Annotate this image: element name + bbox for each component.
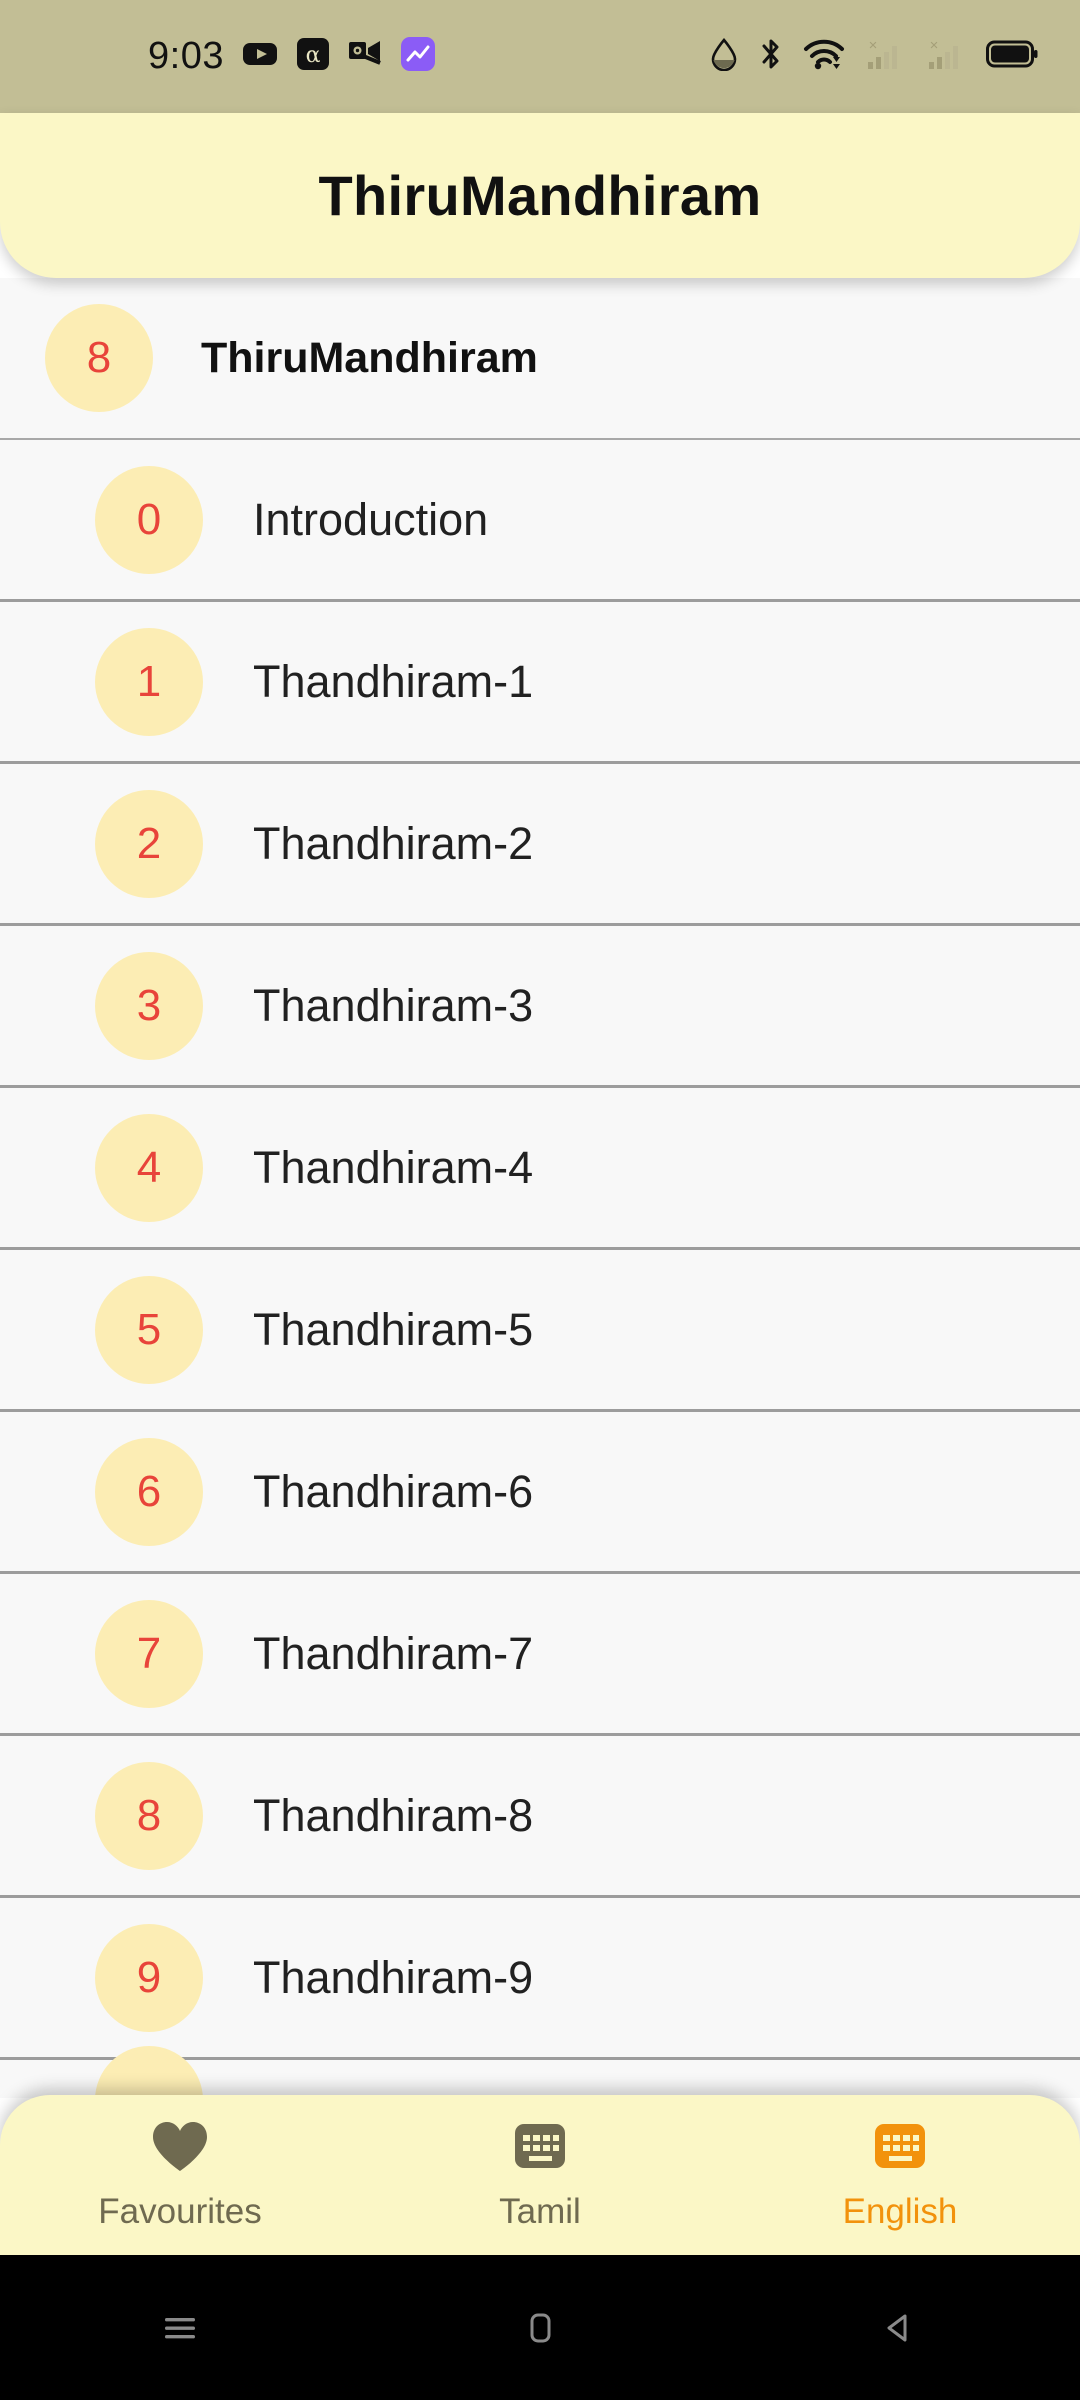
chart-app-icon: [400, 36, 436, 77]
item-number: 0: [136, 494, 162, 544]
nav-item-tamil[interactable]: Tamil: [360, 2119, 720, 2232]
item-number: 3: [136, 980, 162, 1030]
home-icon[interactable]: [360, 2305, 720, 2351]
outlook-icon: [348, 39, 382, 74]
bluetooth-icon: [758, 36, 784, 77]
item-number: 6: [136, 1466, 162, 1516]
page-title: ThiruMandhiram: [318, 164, 762, 227]
item-number: 7: [136, 1628, 162, 1678]
list-item[interactable]: 8 Thandhiram-8: [0, 1736, 1080, 1898]
heart-icon: [149, 2119, 211, 2180]
signal-2-no-service-icon: ×: [925, 36, 967, 77]
item-number-badge: 4: [95, 1113, 203, 1222]
item-number-badge: 9: [95, 1923, 203, 2032]
item-number: 9: [136, 1952, 162, 2002]
battery-icon: [986, 39, 1038, 74]
nav-item-favourites[interactable]: Favourites: [0, 2119, 360, 2232]
list-item[interactable]: 9 Thandhiram-9: [0, 1898, 1080, 2060]
list-item[interactable]: 0 Introduction: [0, 440, 1080, 602]
list-item-label: Thandhiram-1: [253, 655, 534, 707]
list-item-label: Thandhiram-6: [253, 1465, 534, 1517]
item-number-badge: 2: [95, 789, 203, 898]
list-item-label: Introduction: [253, 493, 489, 545]
item-number-badge: 6: [95, 1437, 203, 1546]
item-number: 2: [136, 818, 162, 868]
list-item[interactable]: [0, 2046, 1080, 2098]
item-number-badge: 0: [95, 465, 203, 574]
item-number: 1: [136, 656, 162, 706]
list-item[interactable]: 7 Thandhiram-7: [0, 1574, 1080, 1736]
list-item-label: Thandhiram-7: [253, 1627, 534, 1679]
recents-icon[interactable]: [0, 2307, 360, 2349]
wifi-icon: [803, 37, 845, 76]
nav-item-label: English: [842, 2191, 958, 2231]
item-number-badge: 8: [95, 1761, 203, 1870]
keyboard-icon: [869, 2119, 931, 2180]
list-item[interactable]: 6 Thandhiram-6: [0, 1412, 1080, 1574]
youtube-icon: [242, 36, 278, 77]
back-icon[interactable]: [720, 2305, 1080, 2351]
bottom-navigation-bar: Favourites Tamil English: [0, 2095, 1080, 2255]
list-item[interactable]: 2 Thandhiram-2: [0, 764, 1080, 926]
item-number: 8: [86, 333, 112, 382]
list-item[interactable]: 3 Thandhiram-3: [0, 926, 1080, 1088]
item-number-badge: 1: [95, 627, 203, 736]
item-number-badge: 5: [95, 1275, 203, 1384]
list-item-label: Thandhiram-8: [253, 1789, 534, 1841]
list-item-label: Thandhiram-2: [253, 817, 534, 869]
svg-text:×: ×: [869, 37, 878, 54]
android-navigation-bar: [0, 2255, 1080, 2400]
signal-1-no-service-icon: ×: [864, 36, 906, 77]
chapter-list[interactable]: 8 ThiruMandhiram 0 Introduction 1 Thandh…: [0, 278, 1080, 2098]
nav-item-label: Favourites: [98, 2191, 262, 2231]
status-bar-clock: 9:03: [148, 35, 224, 77]
item-number-badge: 7: [95, 1599, 203, 1708]
item-number: 5: [136, 1304, 162, 1354]
list-item[interactable]: 4 Thandhiram-4: [0, 1088, 1080, 1250]
nav-item-label: Tamil: [499, 2191, 581, 2231]
item-number-badge: 8: [45, 304, 153, 412]
item-number: 8: [136, 1790, 162, 1840]
item-number: 4: [136, 1142, 162, 1192]
list-item-label: Thandhiram-4: [253, 1141, 534, 1193]
list-item-label: ThiruMandhiram: [201, 333, 538, 382]
app-header: ThiruMandhiram: [0, 113, 1080, 278]
keyboard-icon: [509, 2119, 571, 2180]
svg-text:×: ×: [930, 37, 939, 54]
list-item[interactable]: 5 Thandhiram-5: [0, 1250, 1080, 1412]
list-item[interactable]: 8 ThiruMandhiram: [0, 278, 1080, 440]
status-bar-right-group: × ×: [709, 36, 1038, 77]
status-bar: 9:03 α × ×: [0, 0, 1080, 113]
item-number-badge: 3: [95, 951, 203, 1060]
list-item[interactable]: 1 Thandhiram-1: [0, 602, 1080, 764]
alpha-icon: α: [296, 37, 330, 76]
status-bar-left-group: 9:03 α: [148, 35, 436, 78]
nav-item-english[interactable]: English: [720, 2119, 1080, 2232]
water-drop-icon: [709, 37, 739, 76]
svg-text:α: α: [306, 43, 321, 68]
list-item-label: Thandhiram-3: [253, 979, 534, 1031]
list-item-label: Thandhiram-9: [253, 1951, 534, 2003]
list-item-label: Thandhiram-5: [253, 1303, 534, 1355]
